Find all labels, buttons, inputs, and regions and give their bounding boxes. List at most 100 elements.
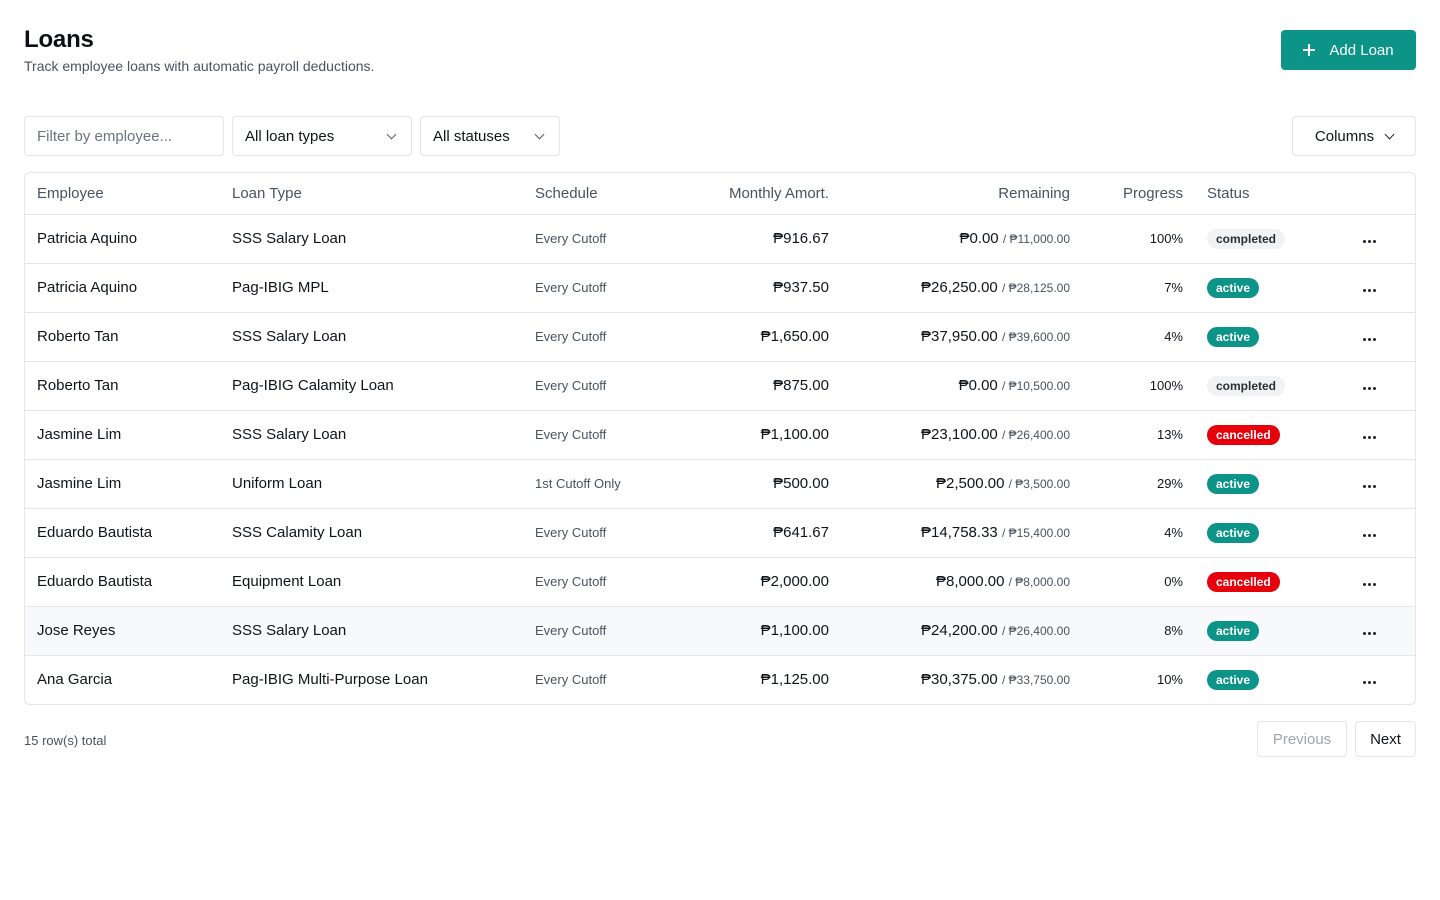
cell-status: active	[1195, 508, 1322, 558]
cell-status: completed	[1195, 361, 1322, 411]
cell-monthly-amort: ₱500.00	[667, 459, 841, 509]
chevron-down-icon	[386, 129, 397, 139]
more-horizontal-icon[interactable]	[1359, 530, 1380, 541]
add-loan-button[interactable]: Add Loan	[1281, 30, 1416, 70]
loan-total: / ₱26,400.00	[1001, 624, 1070, 638]
more-horizontal-icon[interactable]	[1359, 383, 1380, 394]
cell-progress: 10%	[1156, 672, 1183, 688]
loan-total: / ₱11,000.00	[1002, 232, 1070, 246]
page-title: Loans	[24, 26, 94, 53]
more-horizontal-icon[interactable]	[1359, 334, 1380, 345]
more-horizontal-icon[interactable]	[1359, 285, 1380, 296]
loan-type-select-value: All loan types	[245, 127, 335, 145]
cell-schedule: Every Cutoff	[523, 508, 667, 558]
cell-monthly-amort: ₱1,100.00	[667, 606, 841, 656]
cell-employee: Patricia Aquino	[25, 214, 220, 264]
cell-monthly-amort: ₱2,000.00	[667, 557, 841, 607]
loan-total: / ₱26,400.00	[1001, 428, 1070, 442]
cell-status: active	[1195, 655, 1322, 704]
status-badge: cancelled	[1207, 424, 1280, 445]
table-row[interactable]: Jose Reyes SSS Salary Loan Every Cutoff ₱1,…	[25, 606, 1415, 656]
loan-total: / ₱33,750.00	[1001, 673, 1070, 688]
status-badge: active	[1207, 620, 1260, 641]
cell-employee: Jose Reyes	[25, 606, 220, 656]
cell-employee: Roberto Tan	[25, 312, 220, 362]
column-header-loan-type[interactable]: Loan Type	[220, 173, 523, 215]
column-header-schedule[interactable]: Schedule	[523, 173, 667, 215]
cell-schedule: Every Cutoff	[523, 361, 667, 411]
table-row[interactable]: Roberto Tan Pag-IBIG Calamity Loan Every C…	[25, 361, 1415, 411]
table-row[interactable]: Jasmine Lim SSS Salary Loan Every Cutoff ₱1…	[25, 410, 1415, 460]
cell-remaining: ₱0.00 / ₱11,000.00	[841, 214, 1082, 264]
table-row[interactable]: Patricia Aquino Pag-IBIG MPL Every Cutoff ₱…	[25, 263, 1415, 313]
cell-monthly-amort: ₱916.67	[667, 214, 841, 264]
columns-button[interactable]: Columns	[1292, 116, 1416, 156]
page-header: Loans Track employee loans with automati…	[24, 0, 1416, 116]
more-horizontal-icon[interactable]	[1359, 579, 1380, 590]
remaining-amount: ₱8,000.00	[936, 573, 1005, 590]
cell-actions	[1322, 606, 1415, 656]
status-badge: active	[1207, 669, 1260, 690]
status-select[interactable]: All statuses	[420, 116, 560, 156]
cell-remaining: ₱30,375.00 / ₱33,750.00	[841, 655, 1082, 704]
table-row[interactable]: Patricia Aquino SSS Salary Loan Every Cuto…	[25, 214, 1415, 264]
table-row[interactable]: Ana Garcia Pag-IBIG Multi-Purpose Loan Eve…	[25, 655, 1415, 704]
cell-schedule: Every Cutoff	[523, 557, 667, 607]
previous-page-button[interactable]: Previous	[1257, 721, 1347, 757]
more-horizontal-icon[interactable]	[1359, 677, 1380, 688]
cell-status: completed	[1195, 214, 1322, 264]
status-badge: active	[1207, 277, 1260, 298]
more-horizontal-icon[interactable]	[1359, 628, 1380, 639]
cell-loan-type: Pag-IBIG Multi-Purpose Loan	[232, 671, 428, 689]
cell-remaining: ₱24,200.00 / ₱26,400.00	[841, 606, 1082, 656]
next-page-button[interactable]: Next	[1355, 721, 1416, 757]
more-horizontal-icon[interactable]	[1359, 432, 1380, 443]
cell-monthly-amort: ₱1,650.00	[667, 312, 841, 362]
cell-remaining: ₱23,100.00 / ₱26,400.00	[841, 410, 1082, 460]
column-header-monthly-amort[interactable]: Monthly Amort.	[667, 173, 841, 215]
cell-monthly-amort: ₱641.67	[667, 508, 841, 558]
cell-employee: Eduardo Bautista	[25, 508, 220, 558]
column-header-progress[interactable]: Progress	[1082, 173, 1195, 215]
cell-status: active	[1195, 459, 1322, 509]
status-badge: active	[1207, 522, 1260, 543]
cell-schedule: Every Cutoff	[523, 214, 667, 264]
cell-progress: 0%	[1082, 557, 1195, 607]
table-row[interactable]: Jasmine Lim Uniform Loan 1st Cutoff Only ₱5…	[25, 459, 1415, 509]
remaining-amount: ₱24,200.00	[921, 622, 998, 639]
cell-loan-type: SSS Salary Loan	[220, 410, 523, 460]
employee-filter-input[interactable]	[24, 116, 224, 156]
column-header-employee[interactable]: Employee	[25, 173, 220, 215]
table-row[interactable]: Roberto Tan SSS Salary Loan Every Cutoff ₱1…	[25, 312, 1415, 362]
cell-schedule: Every Cutoff	[523, 263, 667, 313]
cell-employee: Patricia Aquino	[25, 263, 220, 313]
loans-page: Loans Track employee loans with automati…	[0, 0, 1440, 900]
remaining-amount: ₱23,100.00	[921, 426, 998, 443]
more-horizontal-icon[interactable]	[1359, 481, 1380, 492]
cell-status: cancelled	[1195, 557, 1322, 607]
add-loan-label: Add Loan	[1329, 41, 1394, 59]
table-row[interactable]: Eduardo Bautista SSS Calamity Loan Every C…	[25, 508, 1415, 558]
cell-remaining: ₱14,758.33 / ₱15,400.00	[841, 508, 1082, 558]
cell-loan-type: SSS Salary Loan	[220, 312, 523, 362]
cell-actions	[1322, 361, 1415, 411]
cell-status: active	[1195, 312, 1322, 362]
cell-loan-type: Pag-IBIG MPL	[220, 263, 523, 313]
cell-schedule: Every Cutoff	[535, 672, 607, 688]
cell-progress: 100%	[1082, 214, 1195, 264]
status-select-value: All statuses	[433, 127, 510, 145]
table-row[interactable]: Eduardo Bautista Equipment Loan Every Cuto…	[25, 557, 1415, 607]
cell-progress: 13%	[1082, 410, 1195, 460]
cell-status: active	[1195, 263, 1322, 313]
loan-total: / ₱8,000.00	[1008, 575, 1070, 589]
loan-type-select[interactable]: All loan types	[232, 116, 412, 156]
column-header-status[interactable]: Status	[1195, 173, 1322, 215]
remaining-amount: ₱30,375.00	[921, 671, 998, 689]
column-header-remaining[interactable]: Remaining	[841, 173, 1082, 215]
more-horizontal-icon[interactable]	[1359, 236, 1380, 247]
cell-actions	[1322, 312, 1415, 362]
column-header-actions	[1322, 173, 1415, 215]
status-badge: completed	[1207, 228, 1286, 249]
cell-progress: 100%	[1082, 361, 1195, 411]
plus-icon	[1303, 44, 1316, 56]
